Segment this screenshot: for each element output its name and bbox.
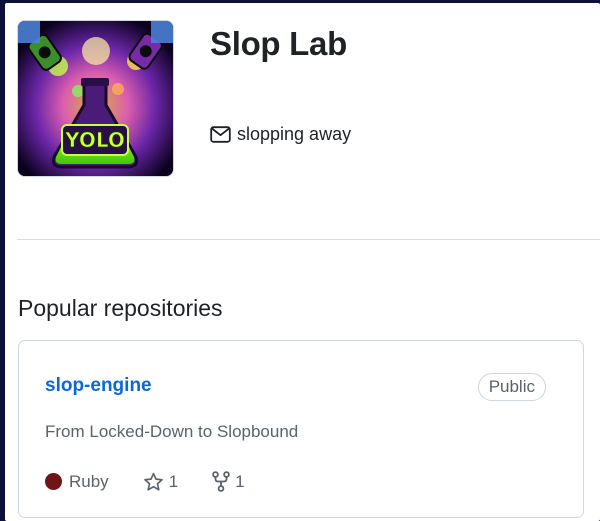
organization-email[interactable]: slopping away [210, 124, 351, 145]
fork-count: 1 [235, 471, 245, 491]
repository-name-link[interactable]: slop-engine [45, 375, 152, 397]
svg-text:YOLO: YOLO [64, 128, 125, 152]
repository-meta: Ruby 1 1 [45, 471, 245, 492]
organization-email-text: slopping away [237, 124, 352, 144]
organization-avatar[interactable]: YOLO [17, 20, 174, 177]
star-count: 1 [168, 471, 179, 491]
avatar-yolo-text: YOLO [61, 124, 129, 156]
stargazers-link[interactable]: 1 [143, 472, 178, 492]
repository-language: Ruby [45, 472, 109, 492]
language-color-dot [45, 473, 62, 490]
star-icon [143, 472, 163, 491]
popular-repositories-heading: Popular repositories [18, 295, 223, 321]
repository-description: From Locked-Down to Slopbound [45, 422, 299, 441]
language-name: Ruby [69, 471, 109, 491]
forks-link[interactable]: 1 [212, 471, 245, 492]
avatar-image: YOLO [18, 21, 173, 176]
profile-divider [17, 239, 600, 240]
repository-card: slop-engine Public From Locked-Down to S… [18, 340, 584, 518]
mail-icon [210, 126, 231, 143]
repo-forked-icon [212, 471, 230, 492]
organization-name: Slop Lab [210, 25, 347, 62]
organization-profile-page: YOLO Slop Lab slopping away Popular repo… [5, 3, 600, 521]
visibility-badge: Public [477, 373, 546, 401]
